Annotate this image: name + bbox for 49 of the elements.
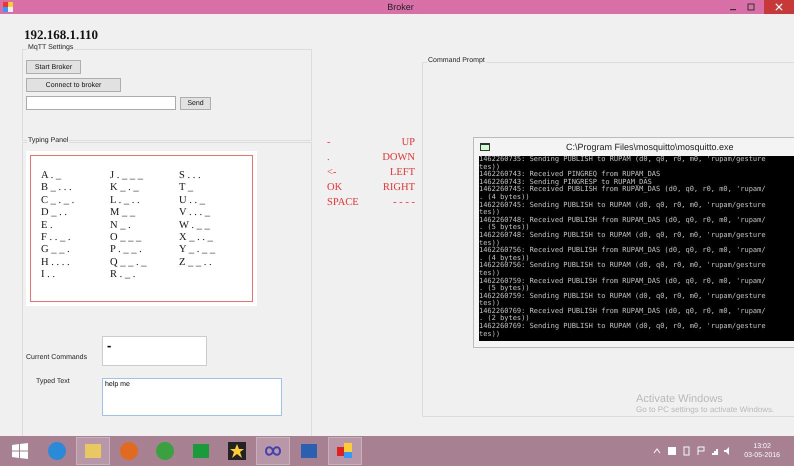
window-title: Broker (386, 2, 415, 12)
message-field[interactable] (26, 96, 176, 110)
morse-code-entry: K _ . _ (110, 182, 140, 195)
console-title: C:\Program Files\mosquitto\mosquitto.exe (566, 142, 734, 152)
ip-address: 192.168.1.110 (24, 27, 100, 43)
command-action: DOWN (382, 151, 415, 165)
morse-code-entry: T _ (179, 182, 194, 195)
morse-code-entry: I . . (41, 269, 56, 282)
morse-code-entry: E . (41, 220, 54, 232)
morse-code-entry: X _ . . _ (179, 232, 214, 244)
morse-code-entry: A . _ (41, 170, 62, 182)
activation-text: Go to PC settings to activate Windows. (636, 405, 774, 414)
morse-code-entry: Y _ . _ _ (179, 244, 216, 257)
morse-code-entry: U . . _ (179, 194, 206, 208)
morse-code-entry: P . _ _ . (110, 244, 143, 257)
morse-code-entry: M _ _ (110, 207, 136, 220)
morse-code-entry: C _ . _ . (41, 194, 76, 208)
morse-code-entry: R . _ . (110, 269, 136, 282)
morse-code-entry: W . _ _ (179, 220, 211, 232)
app-icon (3, 2, 13, 12)
command-symbol: <- (327, 166, 336, 180)
morse-code-entry: S . . . (179, 170, 202, 182)
morse-code-entry: N _ . (110, 220, 132, 232)
morse-code-entry: Q _ _ . _ (110, 256, 148, 270)
morse-code-entry: V . . . _ (179, 207, 212, 220)
morse-code-entry: B _ . . . (41, 182, 73, 195)
close-button[interactable] (764, 0, 794, 14)
morse-code-entry: D _ . . (41, 207, 68, 220)
morse-code-entry: L . _ . . (110, 194, 141, 208)
close-icon[interactable] (775, 3, 783, 11)
start-icon[interactable] (12, 443, 28, 459)
maximize-icon[interactable] (746, 2, 756, 12)
command-action: UP (402, 136, 415, 150)
command-action: RIGHT (382, 181, 415, 195)
command-symbol: - (327, 136, 330, 150)
command-symbol: SPACE (327, 196, 359, 210)
morse-code-entry: G _ _ . (41, 244, 71, 257)
current-commands-field[interactable]: - (102, 336, 207, 366)
command-action: - - - - (393, 196, 415, 210)
morse-code-entry: H . . . . (41, 256, 71, 270)
morse-code-entry: O _ _ _ (110, 232, 142, 244)
activation-title: Activate Windows (636, 393, 724, 405)
morse-code-entry: J . _ _ _ (110, 170, 144, 182)
morse-code-entry: F . . _ . (41, 232, 72, 244)
command-symbol: . (327, 151, 330, 165)
command-symbol: OK (327, 181, 342, 195)
morse-code-entry: Z _ _ . . (179, 256, 213, 270)
command-action: LEFT (390, 166, 415, 180)
console-icon (480, 143, 490, 151)
